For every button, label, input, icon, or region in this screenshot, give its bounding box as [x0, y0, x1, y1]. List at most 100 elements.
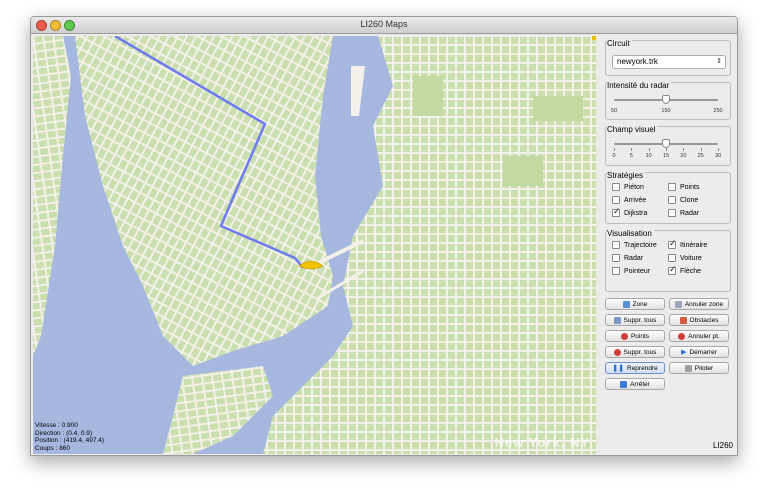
brand-label: LI260: [712, 441, 733, 450]
points-button-label: Points: [630, 332, 650, 340]
checkbox-label: Trajectoire: [624, 241, 657, 249]
chevron-updown-icon: ⇕: [716, 58, 722, 65]
field-tick: [700, 148, 702, 151]
field-tick: [614, 148, 615, 151]
checkbox-label: Flèche: [680, 267, 702, 275]
radar-slider-thumb[interactable]: [662, 95, 670, 104]
checkbox-radar[interactable]: Radar: [668, 209, 699, 217]
pin-icon: [678, 332, 686, 340]
checkbox-label: Itinéraire: [680, 241, 708, 249]
radar-min-label: 50: [610, 108, 618, 114]
checkbox-box[interactable]: [612, 183, 620, 191]
obstacles-icon: [679, 316, 687, 324]
delete-all-points-button[interactable]: Suppr. tous: [605, 346, 665, 358]
zone-button[interactable]: Zone: [605, 298, 665, 310]
checkbox-points[interactable]: Points: [668, 183, 699, 191]
field-tick: [648, 148, 650, 151]
control-panel: Circuit newyork.trk ⇕ Intensité du radar…: [599, 36, 737, 454]
delete-all-zones-label: Suppr. tous: [623, 316, 657, 324]
radar-legend: Intensité du radar: [607, 81, 672, 90]
radar-group: Intensité du radar 50 150 250: [605, 81, 731, 120]
pin-icon: [613, 348, 621, 356]
field-tick-label: 20: [680, 153, 687, 159]
resume-button-label: Reprendre: [627, 364, 658, 372]
checkbox-label: Pointeur: [624, 267, 651, 275]
circuit-legend: Circuit: [607, 39, 632, 48]
field-legend: Champ visuel: [607, 125, 658, 134]
radar-mid-label: 150: [661, 108, 671, 114]
pause-icon: ❚❚: [612, 365, 624, 372]
obstacles-button-label: Obstacles: [689, 316, 719, 324]
checkbox-fl-che[interactable]: Flèche: [668, 264, 702, 275]
checkbox-arriv-e[interactable]: Arrivée: [612, 196, 646, 204]
checkbox-label: Points: [680, 183, 700, 191]
delete-all-zones-button[interactable]: Suppr. tous: [605, 314, 665, 326]
zone-button-label: Zone: [632, 300, 648, 308]
checkbox-label: Dijkstra: [624, 209, 648, 217]
circuit-group: Circuit newyork.trk ⇕: [605, 39, 731, 76]
window-title: LI260 Maps: [360, 19, 408, 29]
checkbox-label: Voiture: [680, 254, 702, 262]
app-window: LI260 Maps New York, NY Vitesse: 0.900 …: [30, 16, 738, 456]
park: [413, 76, 443, 116]
map-watermark: New York, NY: [494, 435, 590, 450]
corner-marker: [592, 36, 596, 40]
field-ticks: [614, 148, 719, 152]
stop-button-label: Arrêter: [630, 380, 650, 388]
cancel-zone-button[interactable]: Annuler zone: [669, 298, 729, 310]
checkbox-radar[interactable]: Radar: [612, 254, 643, 262]
circuit-select-value: newyork.trk: [617, 57, 658, 66]
resume-button[interactable]: ❚❚ Reprendre: [605, 362, 665, 374]
checkbox-pi-ton[interactable]: Piéton: [612, 183, 644, 191]
zone-icon: [622, 300, 630, 308]
drive-button[interactable]: Piloter: [669, 362, 729, 374]
map-canvas[interactable]: New York, NY Vitesse : 0.900 Direction :…: [33, 36, 596, 454]
checkbox-box[interactable]: [612, 196, 620, 204]
cancel-zone-icon: [674, 300, 682, 308]
checkbox-trajectoire[interactable]: Trajectoire: [612, 241, 657, 249]
checkbox-label: Radar: [624, 254, 644, 262]
speed-readout: Vitesse : 0.900: [35, 422, 78, 429]
checkbox-box[interactable]: [668, 254, 676, 262]
field-tick: [666, 148, 667, 151]
stop-button[interactable]: Arrêter: [605, 378, 665, 390]
checkbox-box[interactable]: [668, 238, 677, 249]
radar-max-label: 250: [713, 108, 723, 114]
checkbox-box[interactable]: [612, 206, 621, 217]
delete-zones-icon: [613, 316, 621, 324]
checkbox-clone[interactable]: Clone: [668, 196, 698, 204]
cancel-point-button[interactable]: Annuler pt.: [669, 330, 729, 342]
points-button[interactable]: Points: [605, 330, 665, 342]
field-tick: [718, 148, 719, 151]
circuit-select[interactable]: newyork.trk ⇕: [612, 55, 726, 69]
visualisation-legend: Visualisation: [607, 229, 654, 238]
start-button-label: Démarrer: [689, 348, 717, 356]
checkbox-pointeur[interactable]: Pointeur: [612, 267, 650, 275]
checkbox-voiture[interactable]: Voiture: [668, 254, 702, 262]
checkbox-box[interactable]: [612, 254, 620, 262]
map-graphics: [33, 36, 596, 454]
checkbox-box[interactable]: [612, 241, 620, 249]
field-tick: [631, 148, 633, 151]
field-slider-thumb[interactable]: [662, 139, 670, 148]
field-group: Champ visuel 0 5 10 15 20 25 30: [605, 125, 731, 166]
field-tick-label: 10: [645, 153, 652, 159]
field-tick-label: 0: [612, 153, 616, 159]
checkbox-box[interactable]: [668, 183, 676, 191]
play-icon: ▶: [681, 349, 687, 356]
checkbox-label: Clone: [680, 196, 699, 204]
strategies-group: Stratégies Piéton Points Arrivée Clone Dijks…: [605, 171, 731, 224]
obstacles-button[interactable]: Obstacles: [669, 314, 729, 326]
checkbox-box[interactable]: [668, 196, 676, 204]
cancel-zone-button-label: Annuler zone: [684, 300, 724, 308]
moves-readout: Coups : 860: [35, 444, 71, 452]
field-tick-label: 30: [714, 153, 722, 159]
start-button[interactable]: ▶ Démarrer: [669, 346, 729, 358]
park: [503, 156, 543, 186]
checkbox-box[interactable]: [668, 264, 677, 275]
checkbox-itin-raire[interactable]: Itinéraire: [668, 238, 708, 249]
cancel-point-button-label: Annuler pt.: [688, 332, 720, 340]
checkbox-dijkstra[interactable]: Dijkstra: [612, 206, 648, 217]
checkbox-box[interactable]: [612, 267, 620, 275]
checkbox-box[interactable]: [668, 209, 676, 217]
